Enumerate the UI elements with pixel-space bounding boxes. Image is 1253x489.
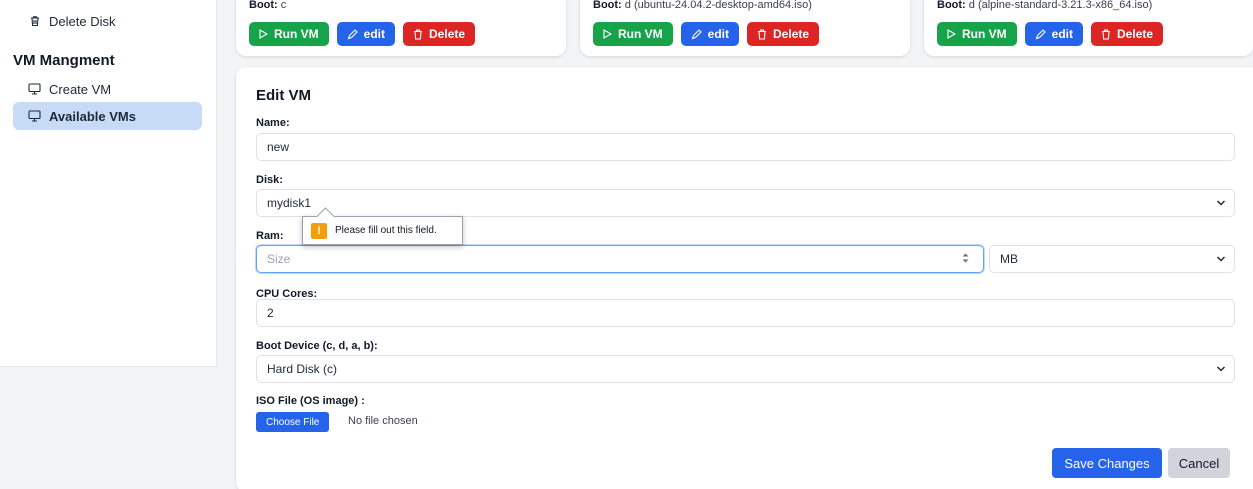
boot-device-value: Hard Disk (c) — [267, 362, 338, 376]
boot-device-select[interactable]: Hard Disk (c) — [256, 355, 1235, 383]
pencil-icon — [347, 28, 358, 39]
edit-vm-panel: Edit VM Name: new Disk: mydisk1 Ram: Siz… — [236, 67, 1253, 489]
warning-icon: ! — [311, 222, 327, 239]
ram-unit-select[interactable]: MB — [989, 245, 1235, 273]
play-icon — [947, 29, 956, 39]
play-icon — [259, 29, 268, 39]
sidebar-item-create-vm[interactable]: Create VM — [13, 75, 202, 103]
chevron-down-icon — [1216, 256, 1226, 262]
run-vm-button[interactable]: Run VM — [937, 22, 1017, 46]
ram-size-input[interactable]: Size — [256, 245, 984, 273]
edit-vm-button[interactable]: edit — [336, 22, 396, 46]
file-status: No file chosen — [348, 415, 418, 427]
cpu-cores-value: 2 — [267, 306, 274, 320]
vm-boot-info: Boot: d (alpine-standard-3.21.3-x86_64.i… — [937, 0, 1153, 11]
cancel-button[interactable]: Cancel — [1168, 448, 1230, 478]
choose-file-button[interactable]: Choose File — [256, 412, 330, 432]
disk-select[interactable]: mydisk1 — [256, 189, 1235, 217]
trash-icon — [758, 28, 767, 40]
page-title: Edit VM — [256, 87, 311, 104]
iso-file-label: ISO File (OS image) : — [256, 395, 365, 407]
run-vm-button[interactable]: Run VM — [593, 22, 673, 46]
sidebar-section-title: VM Mangment — [13, 52, 115, 69]
name-input-value: new — [267, 140, 290, 154]
trash-icon — [414, 28, 423, 40]
vm-card: Boot: d (alpine-standard-3.21.3-x86_64.i… — [924, 0, 1253, 56]
edit-vm-button[interactable]: edit — [1024, 22, 1084, 46]
monitor-icon — [28, 83, 41, 96]
trash-icon — [28, 15, 41, 28]
monitor-icon — [28, 110, 41, 123]
vm-boot-info: Boot: d (ubuntu-24.04.2-desktop-amd64.is… — [593, 0, 812, 11]
disk-label: Disk: — [256, 174, 283, 186]
number-stepper-icon[interactable] — [962, 253, 969, 263]
ram-label: Ram: — [256, 230, 284, 242]
delete-vm-button[interactable]: Delete — [1091, 22, 1164, 46]
chevron-down-icon — [1216, 200, 1226, 206]
delete-vm-button[interactable]: Delete — [747, 22, 820, 46]
sidebar-item-label: Delete Disk — [49, 13, 116, 29]
play-icon — [603, 29, 612, 39]
cpu-cores-input[interactable]: 2 — [256, 299, 1235, 327]
sidebar: Delete Disk VM Mangment Create VM Availa… — [0, 0, 217, 367]
pencil-icon — [691, 28, 702, 39]
name-label: Name: — [256, 117, 290, 129]
trash-icon — [1102, 28, 1111, 40]
sidebar-item-label: Available VMs — [49, 108, 136, 124]
save-changes-button[interactable]: Save Changes — [1052, 448, 1162, 478]
disk-select-value: mydisk1 — [267, 196, 312, 210]
sidebar-item-delete-disk[interactable]: Delete Disk — [13, 7, 202, 35]
name-input[interactable]: new — [256, 133, 1235, 161]
ram-unit-value: MB — [1000, 252, 1018, 266]
delete-vm-button[interactable]: Delete — [403, 22, 476, 46]
vm-card: Boot: c Run VM edit Delete — [236, 0, 566, 56]
vm-boot-info: Boot: c — [249, 0, 287, 11]
pencil-icon — [1035, 28, 1046, 39]
edit-vm-button[interactable]: edit — [680, 22, 740, 46]
ram-size-placeholder: Size — [267, 252, 291, 266]
boot-device-label: Boot Device (c, d, a, b): — [256, 340, 378, 352]
vm-card: Boot: d (ubuntu-24.04.2-desktop-amd64.is… — [580, 0, 910, 56]
sidebar-item-available-vms[interactable]: Available VMs — [13, 102, 202, 130]
run-vm-button[interactable]: Run VM — [249, 22, 329, 46]
validation-tooltip: ! Please fill out this field. — [302, 216, 463, 245]
chevron-down-icon — [1216, 366, 1226, 372]
validation-message: Please fill out this field. — [335, 225, 437, 236]
sidebar-item-label: Create VM — [49, 81, 112, 97]
